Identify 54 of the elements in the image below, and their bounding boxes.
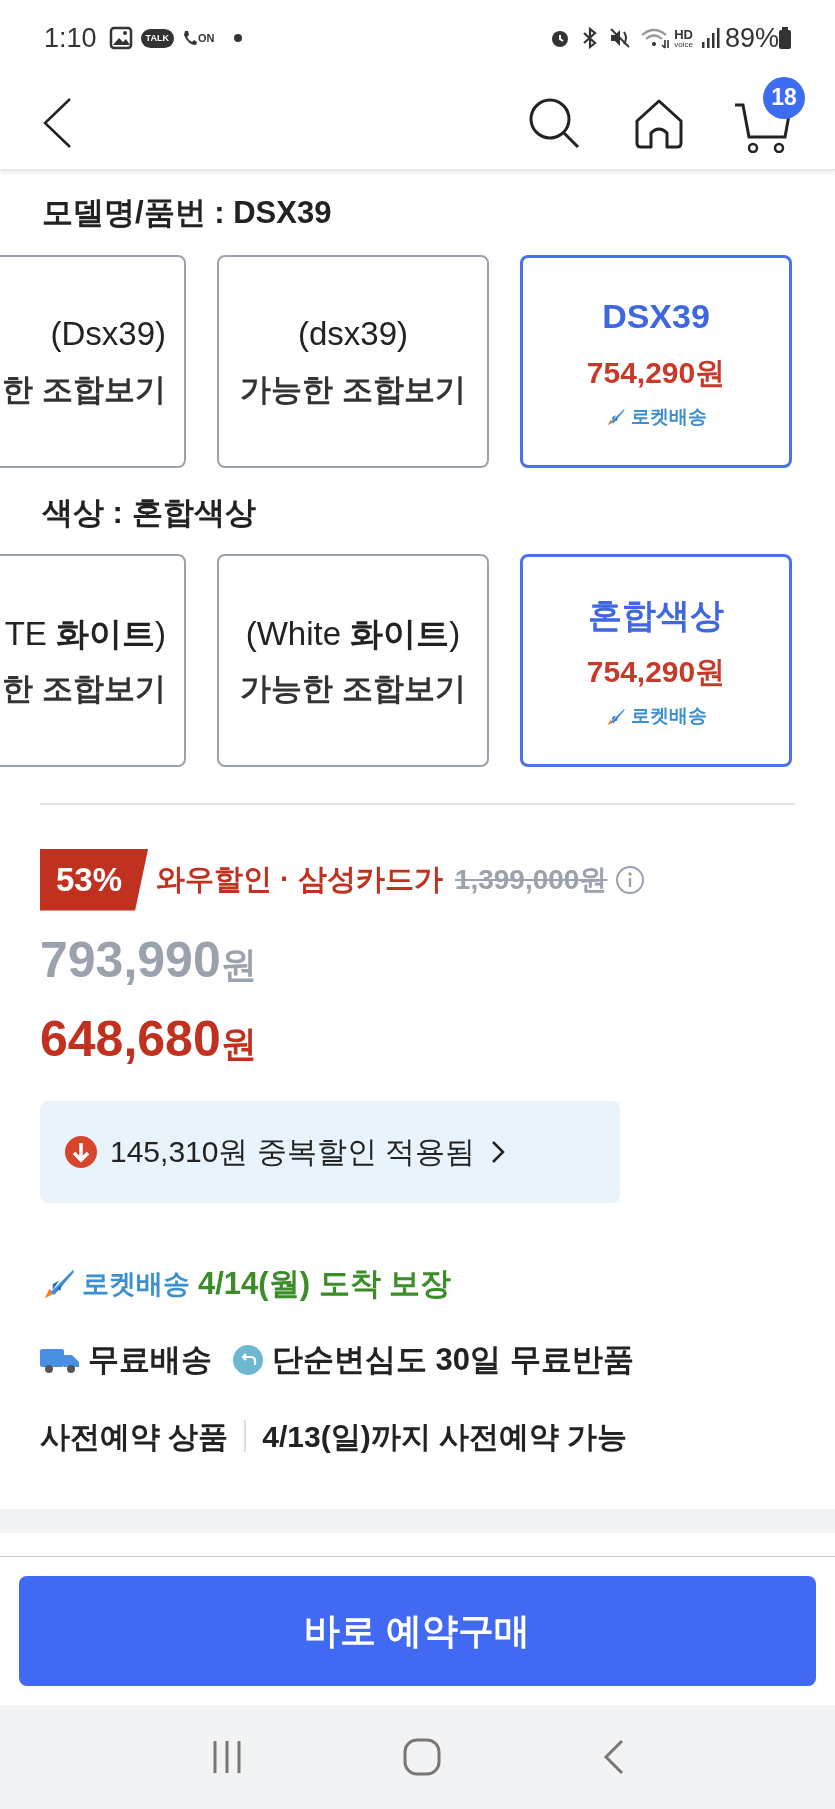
hd-label: HD: [674, 27, 693, 41]
option-title: TE 화이트): [4, 613, 166, 654]
option-card[interactable]: TE 화이트) 한 조합보기: [0, 554, 186, 767]
option-card[interactable]: (White 화이트) 가능한 조합보기: [217, 554, 489, 767]
chevron-right-icon: [491, 1139, 506, 1164]
rocket-delivery-label: 로켓배송: [631, 704, 707, 729]
option-title: (White 화이트): [245, 613, 461, 654]
option-title: 혼합색상: [588, 595, 724, 637]
discount-badge: 53%: [40, 849, 149, 911]
option-subtitle: 한 조합보기: [2, 670, 166, 708]
rocket-icon: [605, 406, 627, 428]
discount-label: 와우할인 · 삼성카드가: [156, 862, 443, 897]
home-button-icon[interactable]: [402, 1736, 443, 1777]
card-price: 648,680원: [40, 1009, 258, 1069]
option-label: 색상 : 혼합색상: [42, 493, 257, 532]
talk-badge: TALK: [140, 28, 174, 48]
preorder-label: 사전예약 상품: [40, 1418, 229, 1455]
option-subtitle: 한 조합보기: [2, 370, 166, 409]
info-icon[interactable]: [615, 864, 646, 895]
arrival-guarantee: 4/14(월) 도착 보장: [198, 1264, 452, 1303]
option-title: DSX39: [602, 295, 710, 337]
preorder-text: 4/13(일)까지 사전예약 가능: [262, 1418, 628, 1455]
cart-count-badge: 18: [763, 76, 805, 119]
status-time: 1:10: [44, 21, 97, 55]
signal-icon: [700, 27, 721, 49]
option-card[interactable]: (dsx39) 가능한 조합보기: [217, 254, 489, 468]
option-price: 754,290원: [586, 654, 726, 691]
option-title: (dsx39): [297, 314, 408, 354]
rocket-delivery-label: 로켓배송: [631, 404, 707, 429]
sale-price: 793,990원: [40, 930, 258, 990]
battery-percent: 89%: [724, 21, 779, 55]
return-icon: [232, 1344, 264, 1377]
option-subtitle: 가능한 조합보기: [240, 670, 466, 708]
buy-now-button[interactable]: 바로 예약구매: [19, 1575, 816, 1686]
option-title: (Dsx39): [50, 314, 166, 354]
battery-icon: [779, 27, 791, 49]
original-price: 1,399,000원: [454, 862, 608, 897]
option-card[interactable]: 혼합색상 754,290원 로켓배송: [520, 554, 792, 767]
benefit-text: 단순변심도 30일 무료반품: [272, 1341, 634, 1379]
coupon-banner[interactable]: 145,310원 중복할인 적용됨: [40, 1100, 620, 1203]
benefit-text: 무료배송: [88, 1341, 212, 1379]
wifi-icon: [640, 26, 671, 50]
voice-label: voice: [674, 40, 693, 49]
rocket-delivery-label: 로켓배송: [82, 1267, 190, 1301]
call-label: ON: [197, 32, 215, 44]
option-card[interactable]: DSX39 754,290원 로켓배송: [520, 254, 792, 468]
option-price: 754,290원: [586, 354, 726, 391]
phone-icon: [181, 29, 198, 47]
back-icon[interactable]: [42, 96, 72, 149]
image-icon: [108, 26, 133, 50]
coupon-text: 145,310원 중복할인 적용됨: [110, 1134, 476, 1170]
option-subtitle: 가능한 조합보기: [240, 370, 466, 409]
option-label: 모델명/품번 : DSX39: [42, 194, 333, 232]
option-card[interactable]: (Dsx39) 한 조합보기: [0, 254, 186, 468]
